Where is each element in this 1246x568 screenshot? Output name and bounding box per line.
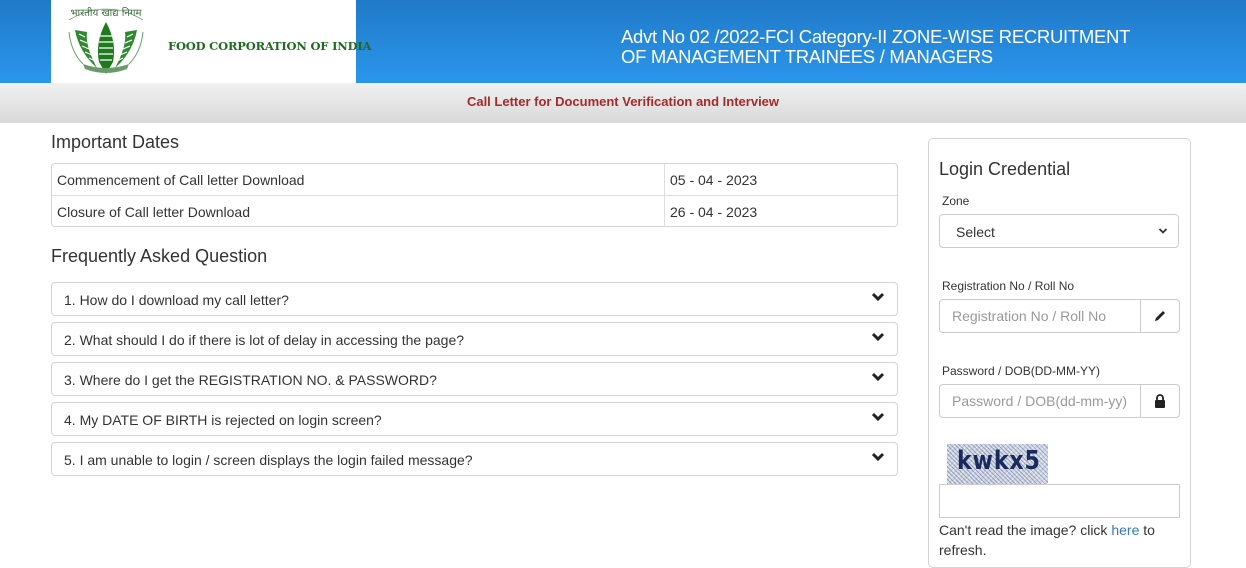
subheader-bar: Call Letter for Document Verification an… — [0, 83, 1246, 123]
important-dates-table: Commencement of Call letter Download 05 … — [51, 163, 898, 227]
captcha-refresh-note: Can't read the image? click here to refr… — [939, 520, 1184, 560]
date-label: Commencement of Call letter Download — [57, 172, 305, 188]
chevron-down-icon[interactable] — [871, 411, 885, 423]
faq-question: 5. I am unable to login / screen display… — [64, 452, 473, 468]
faq-item[interactable]: 4. My DATE OF BIRTH is rejected on login… — [51, 402, 898, 436]
password-input-group — [939, 384, 1180, 418]
org-name: FOOD CORPORATION OF INDIA — [168, 39, 372, 53]
password-label: Password / DOB(DD-MM-YY) — [942, 364, 1101, 378]
chevron-down-icon[interactable] — [871, 291, 885, 303]
captcha-image: kwkx5 — [947, 444, 1048, 484]
faq-question: 1. How do I download my call letter? — [64, 292, 289, 308]
faq-item[interactable]: 1. How do I download my call letter? — [51, 282, 898, 316]
logo-area[interactable]: भारतीय खाद्य निगम FOOD CORPORATION OF IN… — [51, 0, 371, 83]
table-row: Commencement of Call letter Download 05 … — [52, 164, 897, 195]
date-label: Closure of Call letter Download — [57, 204, 250, 220]
login-panel: Login Credential Zone Select Registratio… — [928, 138, 1191, 568]
site-header: भारतीय खाद्य निगम FOOD CORPORATION OF IN… — [0, 0, 1246, 83]
page-title-line-1: Advt No 02 /2022-FCI Category-II ZONE-WI… — [621, 26, 1131, 47]
registration-label: Registration No / Roll No — [942, 279, 1075, 293]
faq-question: 3. Where do I get the REGISTRATION NO. &… — [64, 372, 437, 388]
important-dates-heading: Important Dates — [51, 132, 180, 152]
faq-question: 4. My DATE OF BIRTH is rejected on login… — [64, 412, 382, 428]
chevron-down-icon[interactable] — [871, 451, 885, 463]
pencil-icon — [1140, 300, 1179, 332]
chevron-down-icon[interactable] — [871, 331, 885, 343]
refresh-prefix: Can't read the image? click — [939, 522, 1112, 538]
date-value: 26 - 04 - 2023 — [670, 204, 758, 220]
captcha-text: kwkx5 — [957, 446, 1041, 476]
registration-input-group — [939, 299, 1180, 333]
date-value: 05 - 04 - 2023 — [670, 172, 758, 188]
chevron-down-icon[interactable] — [871, 371, 885, 383]
zone-selected-value: Select — [956, 224, 995, 240]
captcha-input[interactable] — [939, 484, 1180, 518]
faq-item[interactable]: 5. I am unable to login / screen display… — [51, 442, 898, 476]
lock-icon — [1140, 385, 1179, 417]
faq-heading: Frequently Asked Question — [51, 246, 268, 266]
captcha-refresh-link[interactable]: here — [1111, 522, 1139, 538]
login-title: Login Credential — [939, 159, 1071, 179]
zone-select[interactable]: Select — [939, 214, 1179, 248]
zone-label: Zone — [942, 194, 970, 208]
faq-question: 2. What should I do if there is lot of d… — [64, 332, 465, 348]
subheader-title: Call Letter for Document Verification an… — [466, 94, 780, 109]
registration-input[interactable] — [940, 300, 1141, 332]
faq-item[interactable]: 3. Where do I get the REGISTRATION NO. &… — [51, 362, 898, 396]
page-title: Advt No 02 /2022-FCI Category-II ZONE-WI… — [621, 27, 1130, 67]
page-title-line-2: OF MANAGEMENT TRAINEES / MANAGERS — [621, 46, 993, 67]
fci-emblem-icon: भारतीय खाद्य निगम — [68, 7, 144, 74]
table-row: Closure of Call letter Download 26 - 04 … — [52, 195, 897, 226]
faq-item[interactable]: 2. What should I do if there is lot of d… — [51, 322, 898, 356]
chevron-down-icon — [1158, 228, 1168, 234]
password-input[interactable] — [940, 385, 1141, 417]
logo-hindi-text: भारतीय खाद्य निगम — [71, 7, 143, 19]
